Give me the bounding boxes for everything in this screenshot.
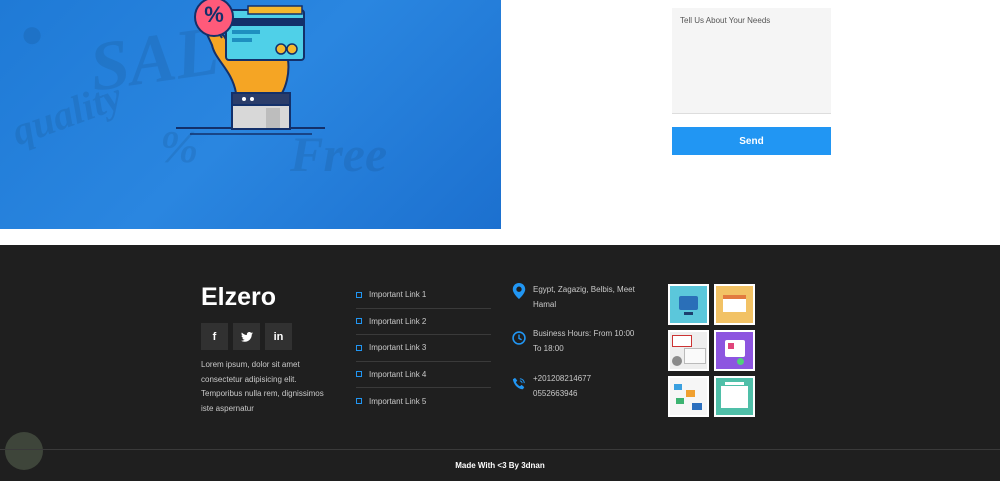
gallery-thumb[interactable] xyxy=(668,376,709,417)
gallery-thumb[interactable] xyxy=(714,284,755,325)
percent-badge-text: % xyxy=(204,2,224,27)
square-bullet-icon xyxy=(356,398,362,405)
address-text: Egypt, Zagazig, Belbis, Meet Hamal xyxy=(533,285,635,309)
phone-text: +201208214677 0552663946 xyxy=(533,374,592,398)
social-links: f in xyxy=(201,323,292,350)
hero-image: SAL quality Free % ● % xyxy=(0,0,501,229)
hours-info: Business Hours: From 10:00 To 18:00 xyxy=(512,327,642,356)
footer: Elzero f in Lorem ipsum, dolor sit amet … xyxy=(0,245,1000,481)
phone-icon xyxy=(512,377,525,390)
map-pin-icon xyxy=(512,283,526,299)
gallery-thumb[interactable] xyxy=(714,330,755,371)
footer-gallery xyxy=(668,284,758,417)
copyright-bar: Made With <3 By 3dnan xyxy=(0,449,1000,481)
needs-textarea[interactable] xyxy=(672,8,831,114)
footer-about-text: Lorem ipsum, dolor sit amet consectetur … xyxy=(201,360,324,413)
facebook-icon[interactable]: f xyxy=(201,323,228,350)
footer-link[interactable]: Important Link 4 xyxy=(356,362,491,388)
footer-link[interactable]: Important Link 1 xyxy=(356,282,491,309)
copyright-text: Made With <3 By 3dnan xyxy=(455,461,545,470)
footer-link[interactable]: Important Link 2 xyxy=(356,309,491,335)
footer-link[interactable]: Important Link 3 xyxy=(356,335,491,362)
linkedin-icon[interactable]: in xyxy=(265,323,292,350)
square-bullet-icon xyxy=(356,291,362,298)
square-bullet-icon xyxy=(356,371,362,378)
contact-form: Send xyxy=(672,8,831,155)
gallery-thumb[interactable] xyxy=(714,376,755,417)
twitter-bird-icon xyxy=(240,331,253,342)
hours-text: Business Hours: From 10:00 To 18:00 xyxy=(533,329,635,353)
send-button[interactable]: Send xyxy=(672,127,831,155)
clock-icon xyxy=(512,331,526,345)
phone-info: +201208214677 0552663946 xyxy=(512,372,642,401)
gallery-thumb[interactable] xyxy=(668,284,709,325)
gallery-thumb[interactable] xyxy=(668,330,709,371)
important-links: Important Link 1 Important Link 2 Import… xyxy=(356,282,491,415)
square-bullet-icon xyxy=(356,344,362,351)
footer-link[interactable]: Important Link 5 xyxy=(356,388,491,415)
credit-card-hand-icon xyxy=(176,0,325,135)
square-bullet-icon xyxy=(356,318,362,325)
footer-brand: Elzero xyxy=(201,283,277,311)
address-info: Egypt, Zagazig, Belbis, Meet Hamal xyxy=(512,283,642,312)
twitter-icon[interactable] xyxy=(233,323,260,350)
